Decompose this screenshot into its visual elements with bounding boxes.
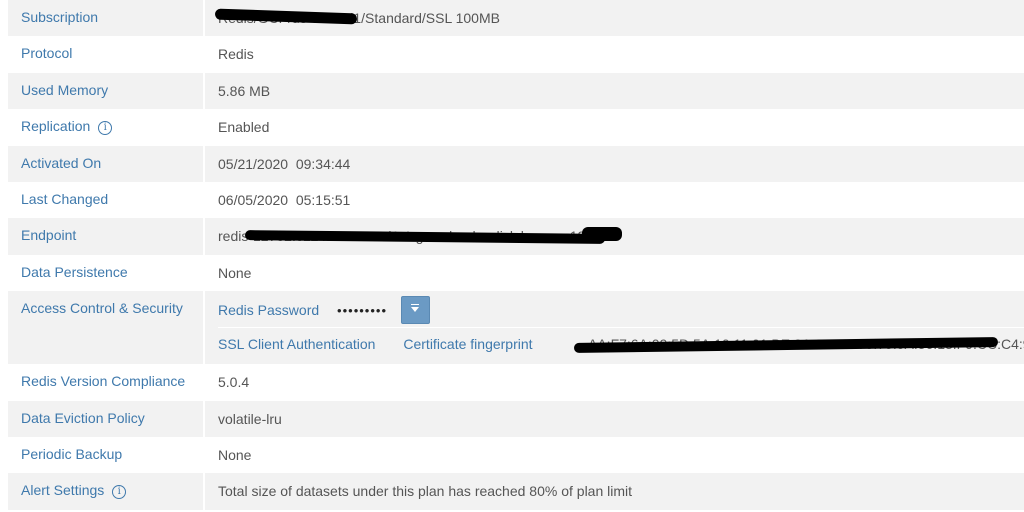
row-eviction-policy: Data Eviction Policy volatile-lru bbox=[8, 400, 1024, 437]
row-periodic-backup: Periodic Backup None bbox=[8, 436, 1024, 474]
info-circle-icon[interactable]: i bbox=[112, 485, 127, 500]
row-access-control: Access Control & Security Redis Password… bbox=[8, 291, 1024, 365]
value-subscription: Redis/GCP/us-central1/Standard/SSL 100MB bbox=[205, 0, 1024, 37]
value-used-memory: 5.86 MB bbox=[205, 72, 1024, 110]
ssl-row: SSL Client Authentication Certificate fi… bbox=[218, 327, 1024, 363]
value-replication: Enabled bbox=[205, 109, 1024, 146]
row-last-changed: Last Changed 06/05/2020 05:15:51 bbox=[8, 181, 1024, 219]
row-alert-settings: Alert Settings i Total size of datasets u… bbox=[8, 473, 1024, 510]
ssl-client-auth-link[interactable]: SSL Client Authentication bbox=[218, 336, 375, 352]
value-access-control: Redis Password ••••••••• SSL Client Auth… bbox=[205, 291, 1024, 365]
info-circle-icon[interactable]: i bbox=[98, 121, 113, 136]
row-data-persistence: Data Persistence None bbox=[8, 254, 1024, 292]
label-replication: Replication i bbox=[8, 109, 205, 146]
subscription-details-table: Subscription Redis/GCP/us-central1/Stand… bbox=[8, 0, 1024, 510]
value-redis-version: 5.0.4 bbox=[205, 364, 1024, 401]
redis-password-value: ••••••••• bbox=[337, 302, 388, 318]
row-used-memory: Used Memory 5.86 MB bbox=[8, 72, 1024, 110]
label-access-control: Access Control & Security bbox=[8, 291, 205, 365]
value-alert-settings: Total size of datasets under this plan h… bbox=[205, 473, 1024, 510]
value-last-changed: 06/05/2020 05:15:51 bbox=[205, 181, 1024, 219]
label-alert-settings: Alert Settings i bbox=[8, 473, 205, 510]
chevron-down-icon[interactable] bbox=[400, 296, 430, 325]
label-last-changed: Last Changed bbox=[8, 181, 205, 219]
redis-password-label: Redis Password bbox=[218, 302, 320, 319]
label-endpoint: Endpoint bbox=[8, 218, 205, 255]
row-activated-on: Activated On 05/21/2020 09:34:44 bbox=[8, 145, 1024, 182]
value-activated-on: 05/21/2020 09:34:44 bbox=[205, 145, 1024, 182]
value-endpoint: redis-12782.c124.us-central1-1.gce.cloud… bbox=[205, 218, 1024, 255]
value-protocol: Redis bbox=[205, 36, 1024, 73]
certificate-fingerprint-link[interactable]: Certificate fingerprint bbox=[403, 336, 532, 352]
redis-password-row: Redis Password ••••••••• bbox=[218, 291, 1024, 327]
row-subscription: Subscription Redis/GCP/us-central1/Stand… bbox=[8, 0, 1024, 37]
label-protocol: Protocol bbox=[8, 36, 205, 73]
row-protocol: Protocol Redis bbox=[8, 36, 1024, 73]
label-activated-on: Activated On bbox=[8, 145, 205, 182]
row-replication: Replication i Enabled bbox=[8, 109, 1024, 146]
redaction-mark bbox=[582, 227, 622, 242]
row-endpoint: Endpoint redis-12782.c124.us-central1-1.… bbox=[8, 218, 1024, 255]
label-periodic-backup: Periodic Backup bbox=[8, 436, 205, 474]
value-data-persistence: None bbox=[205, 254, 1024, 292]
value-periodic-backup: None bbox=[205, 436, 1024, 474]
row-redis-version: Redis Version Compliance 5.0.4 bbox=[8, 364, 1024, 401]
label-subscription: Subscription bbox=[8, 0, 205, 37]
label-eviction-policy: Data Eviction Policy bbox=[8, 400, 205, 437]
value-eviction-policy: volatile-lru bbox=[205, 400, 1024, 437]
label-used-memory: Used Memory bbox=[8, 72, 205, 110]
label-redis-version: Redis Version Compliance bbox=[8, 364, 205, 401]
label-data-persistence: Data Persistence bbox=[8, 254, 205, 292]
